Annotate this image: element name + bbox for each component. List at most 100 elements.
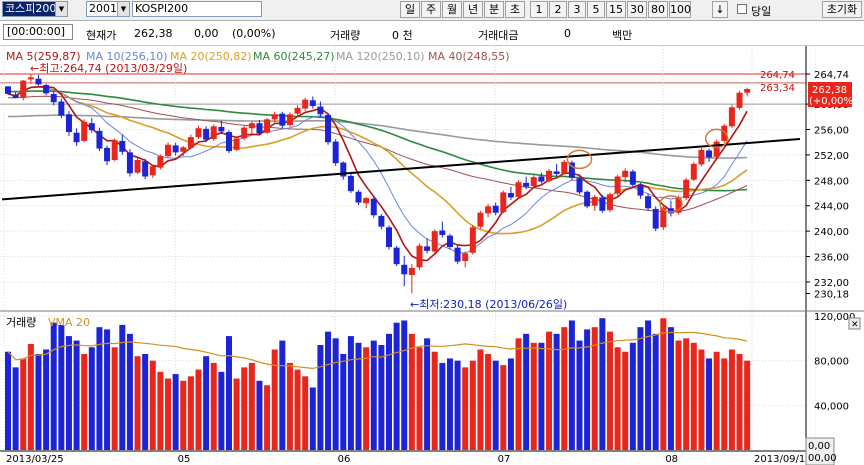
volume-bar	[88, 347, 95, 450]
volume-bar	[172, 374, 179, 450]
candle-body	[27, 77, 34, 80]
interval-button-2[interactable]: 3	[568, 1, 586, 18]
period-button-4[interactable]: 분	[484, 1, 504, 18]
price-tick-label: 236,00	[814, 253, 849, 264]
candle-body	[576, 178, 583, 193]
candle-body	[507, 193, 514, 198]
candle-body	[690, 163, 697, 180]
volume-bar	[523, 333, 530, 450]
date-tick-label: 08	[665, 454, 678, 465]
candle-body	[271, 114, 278, 120]
candle-body	[667, 208, 674, 214]
candle-body	[728, 107, 735, 127]
interval-button-4[interactable]: 15	[606, 1, 626, 18]
volume-bar	[225, 336, 232, 450]
period-button-1[interactable]: 주	[421, 1, 441, 18]
name-field[interactable]: KOSPI200	[132, 1, 262, 17]
reset-label: 초기화	[826, 3, 858, 16]
candle-body	[523, 182, 530, 187]
candle-body	[736, 92, 743, 108]
quote-bar: [00:00:00] 현재가 262,38 0,00 (0,00%) 거래량 0…	[0, 21, 864, 46]
volume-bar	[180, 380, 187, 450]
volume-bar	[416, 347, 423, 450]
volume-bar	[500, 365, 507, 450]
candle-body	[462, 253, 469, 261]
candle-body	[546, 170, 553, 181]
volume-bar	[340, 353, 347, 450]
volume-bar	[568, 320, 575, 450]
chevron-down-icon[interactable]: ▼	[55, 2, 67, 16]
candle-body	[157, 156, 164, 168]
candle-body	[408, 267, 415, 275]
stock-chart[interactable]: 264,74263,34 264,74260,00256,00252,00248…	[0, 46, 864, 465]
volume-bar	[553, 333, 560, 450]
price-tick-label: 230,18	[814, 290, 849, 301]
reset-button[interactable]: 초기화	[822, 1, 862, 18]
candle-body	[698, 149, 705, 165]
chevron-down-icon[interactable]: ▼	[117, 2, 129, 16]
volume-bar	[35, 353, 42, 450]
volume-bar	[248, 362, 255, 450]
candle-body	[134, 160, 141, 173]
market-combo[interactable]: 코스피200 ▼	[2, 1, 68, 17]
volume-bar	[637, 327, 644, 450]
candle-body	[172, 145, 179, 153]
code-combo[interactable]: 2001 ▼	[86, 1, 130, 17]
time-box: [00:00:00]	[3, 24, 73, 40]
volume-bar	[157, 371, 164, 450]
volume-bar	[721, 358, 728, 450]
volume-bar	[485, 353, 492, 450]
candle-body	[393, 247, 400, 265]
period-button-2[interactable]: 월	[442, 1, 462, 18]
interval-button-1[interactable]: 2	[549, 1, 567, 18]
interval-button-6[interactable]: 80	[648, 1, 668, 18]
candle-body	[706, 150, 713, 158]
market-combo-value: 코스피200	[5, 2, 57, 15]
volume-bar	[294, 369, 301, 450]
candle-body	[584, 191, 591, 207]
volume-bar	[111, 347, 118, 450]
period-button-3[interactable]: 년	[463, 1, 483, 18]
legend-ma60: MA 60(245,27)	[253, 50, 335, 63]
candle-body	[142, 161, 149, 177]
candle-body	[622, 170, 629, 178]
candle-body	[264, 119, 271, 133]
candle-body	[256, 123, 263, 134]
candle-body	[553, 171, 560, 174]
candle-body	[218, 126, 225, 132]
date-tick-label: 05	[178, 454, 191, 465]
candle-body	[5, 86, 11, 94]
volume-bar	[203, 356, 210, 450]
volume-bar	[27, 343, 34, 450]
interval-button-5[interactable]: 30	[627, 1, 647, 18]
price-tick-label: 244,00	[814, 202, 849, 213]
volume-bar	[302, 376, 309, 450]
candle-body	[355, 191, 362, 203]
volume-bar	[713, 351, 720, 450]
candle-body	[286, 114, 293, 126]
volume-bar	[393, 322, 400, 450]
down-arrow-button[interactable]: ↓	[712, 1, 728, 18]
interval-button-7[interactable]: 100	[669, 1, 691, 18]
volume-bar	[325, 331, 332, 450]
period-button-5[interactable]: 초	[505, 1, 525, 18]
interval-button-0[interactable]: 1	[530, 1, 548, 18]
volume-bar	[622, 351, 629, 450]
volume-bar	[317, 345, 324, 450]
candle-body	[492, 205, 499, 213]
candle-body	[325, 114, 332, 143]
today-checkbox[interactable]	[737, 4, 747, 14]
period-button-0[interactable]: 일	[400, 1, 420, 18]
arrow-down-icon: ↓	[715, 3, 725, 16]
date-tick-label: 06	[338, 454, 351, 465]
volume-bar	[561, 327, 568, 450]
volume-bar	[264, 385, 271, 450]
volume-bar	[599, 318, 606, 450]
volume-bar	[81, 353, 88, 450]
candle-body	[538, 176, 545, 182]
candle-body	[81, 121, 88, 141]
candle-body	[104, 147, 111, 162]
candle-body	[233, 138, 240, 150]
candle-body	[424, 246, 431, 251]
interval-button-3[interactable]: 5	[587, 1, 605, 18]
